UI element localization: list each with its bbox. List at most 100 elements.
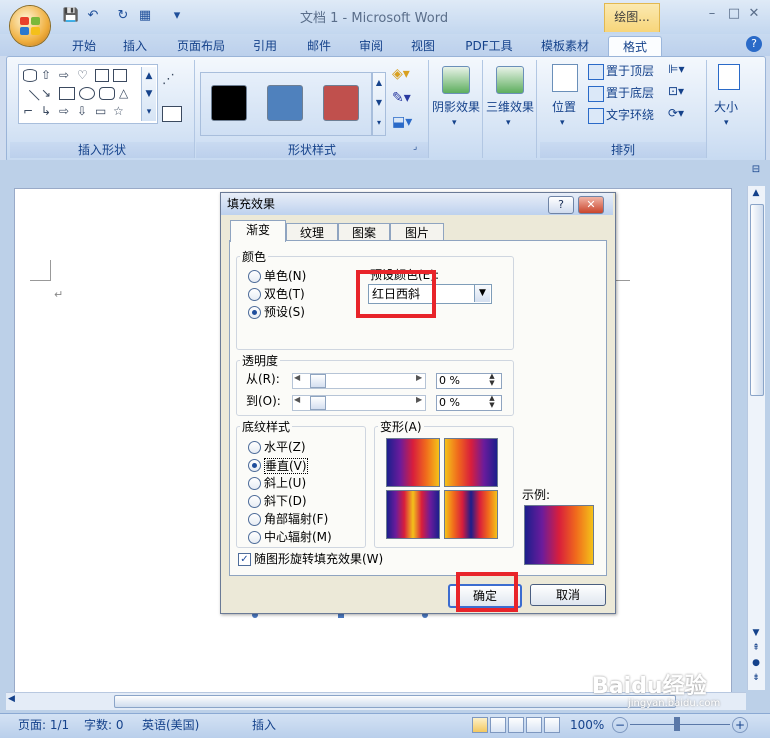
language-indicator[interactable]: 英语(美国)	[142, 716, 199, 734]
vertical-textbox-shape-icon[interactable]	[113, 69, 127, 82]
dialog-launcher-icon[interactable]: ⌟	[413, 142, 423, 152]
zoom-level[interactable]: 100%	[570, 716, 604, 734]
arrow-line-shape-icon[interactable]: ↘	[41, 87, 55, 100]
3d-dropdown-icon[interactable]: ▾	[506, 118, 511, 128]
tab-pdf-tools[interactable]: PDF工具	[460, 36, 518, 56]
tab-references[interactable]: 引用	[248, 36, 282, 56]
tab-insert[interactable]: 插入	[118, 36, 152, 56]
block-down-arrow-shape-icon[interactable]: ⇩	[77, 105, 91, 118]
size-icon[interactable]	[718, 64, 740, 90]
bring-to-front-icon[interactable]	[588, 64, 604, 80]
word-count[interactable]: 字数: 0	[84, 716, 124, 734]
office-button[interactable]	[10, 6, 50, 46]
slider-right-arrow-icon[interactable]: ▶	[416, 395, 422, 404]
align-icon[interactable]: ⊫▾	[668, 62, 696, 80]
text-box-icon[interactable]	[162, 106, 182, 122]
up-arrow-shape-icon[interactable]: ⇧	[41, 69, 55, 82]
outline-view-icon[interactable]	[526, 717, 542, 733]
radio-shading-option[interactable]	[248, 495, 261, 508]
style-swatch-black[interactable]	[211, 85, 247, 121]
preset-dropdown-arrow-icon[interactable]: ▼	[474, 285, 490, 302]
radio-preset[interactable]	[248, 306, 261, 319]
position-dropdown-icon[interactable]: ▾	[560, 118, 565, 128]
size-dropdown-icon[interactable]: ▾	[724, 118, 729, 128]
slider-left-arrow-icon[interactable]: ◀	[294, 395, 300, 404]
block-right-arrow-shape-icon[interactable]: ⇨	[59, 105, 73, 118]
customize-qat-icon[interactable]: ▾	[168, 7, 186, 25]
rotate-icon[interactable]: ⟳▾	[668, 106, 696, 124]
radio-shading-option[interactable]	[248, 441, 261, 454]
slider-right-arrow-icon[interactable]: ▶	[416, 373, 422, 382]
change-shape-icon[interactable]: ⬓▾	[392, 114, 418, 132]
cylinder-shape-icon[interactable]	[23, 69, 37, 82]
print-preview-icon[interactable]: ▦	[136, 7, 154, 25]
bring-to-front-button[interactable]: 置于顶层	[606, 62, 654, 80]
triangle-shape-icon[interactable]: △	[119, 87, 133, 100]
shape-fill-icon[interactable]: ◈▾	[392, 66, 418, 84]
cancel-button[interactable]: 取消	[530, 584, 606, 606]
insert-mode[interactable]: 插入	[252, 716, 276, 734]
style-swatch-blue[interactable]	[267, 85, 303, 121]
callout-shape-icon[interactable]: ▭	[95, 105, 109, 118]
help-icon[interactable]: ?	[746, 36, 762, 52]
save-icon[interactable]: 💾	[62, 7, 80, 25]
shape-gallery-scroll[interactable]: ▲ ▼ ▾	[141, 67, 156, 121]
style-swatch-red[interactable]	[323, 85, 359, 121]
radio-shading-option[interactable]	[248, 477, 261, 490]
dialog-close-button[interactable]: ✕	[578, 196, 604, 214]
position-icon[interactable]	[552, 64, 578, 92]
shadow-effects-icon[interactable]	[442, 66, 470, 94]
variant-4[interactable]	[444, 490, 498, 539]
shape-outline-icon[interactable]: ✎▾	[392, 90, 418, 108]
transparency-to-thumb[interactable]	[310, 396, 326, 410]
rectangle-shape-icon[interactable]	[59, 87, 75, 100]
shadow-effects-button[interactable]: 阴影效果	[432, 98, 480, 116]
shape-style-gallery[interactable]	[200, 72, 372, 136]
oval-shape-icon[interactable]	[79, 87, 95, 100]
radio-one-color[interactable]	[248, 270, 261, 283]
tab-view[interactable]: 视图	[406, 36, 440, 56]
drawing-tools-context-tab[interactable]: 绘图...	[604, 3, 660, 32]
heart-shape-icon[interactable]: ♡	[77, 69, 91, 82]
slider-left-arrow-icon[interactable]: ◀	[294, 373, 300, 382]
ruler-toggle-icon[interactable]: ⊟	[750, 164, 762, 180]
radio-shading-option[interactable]	[248, 531, 261, 544]
tab-review[interactable]: 审阅	[354, 36, 388, 56]
shape-gallery[interactable]: ⇧ ⇨ ♡ ↘ △ ⌐ ↳ ⇨ ⇩ ▭ ☆ ▲ ▼ ▾	[18, 64, 158, 124]
tab-home[interactable]: 开始	[64, 36, 104, 56]
redo-icon[interactable]: ↻	[114, 7, 132, 25]
radio-shading-option[interactable]	[248, 513, 261, 526]
tab-format[interactable]: 格式	[608, 36, 662, 57]
textbox-shape-icon[interactable]	[95, 69, 109, 82]
zoom-slider-thumb[interactable]	[674, 717, 680, 731]
transparency-from-thumb[interactable]	[310, 374, 326, 388]
scroll-left-icon[interactable]: ◀	[8, 694, 20, 708]
zoom-out-button[interactable]: −	[612, 717, 628, 733]
draft-view-icon[interactable]	[544, 717, 560, 733]
tab-mailings[interactable]: 邮件	[302, 36, 336, 56]
tab-template-materials[interactable]: 模板素材	[536, 36, 594, 56]
vertical-scroll-thumb[interactable]	[750, 204, 764, 396]
text-wrapping-button[interactable]: 文字环绕	[606, 106, 654, 124]
radio-shading-option[interactable]	[248, 459, 261, 472]
elbow-connector-shape-icon[interactable]: ⌐	[23, 105, 37, 118]
right-arrow-shape-icon[interactable]: ⇨	[59, 69, 73, 82]
group-objects-icon[interactable]: ⊡▾	[668, 84, 696, 102]
full-screen-reading-icon[interactable]	[490, 717, 506, 733]
spin-buttons-icon[interactable]: ▲ ▼	[486, 373, 498, 387]
page-count[interactable]: 页面: 1/1	[18, 716, 69, 734]
elbow-arrow-shape-icon[interactable]: ↳	[41, 105, 55, 118]
variant-1[interactable]	[386, 438, 440, 487]
dialog-help-button[interactable]: ?	[548, 196, 574, 214]
variant-3[interactable]	[386, 490, 440, 539]
position-button[interactable]: 位置	[552, 98, 576, 116]
zoom-slider[interactable]	[630, 724, 730, 725]
radio-two-colors[interactable]	[248, 288, 261, 301]
tab-gradient[interactable]: 渐变	[230, 220, 286, 242]
zoom-in-button[interactable]: +	[732, 717, 748, 733]
edit-shape-icon[interactable]: ⋰	[162, 72, 184, 92]
undo-icon[interactable]: ↶	[84, 7, 102, 25]
rounded-rectangle-shape-icon[interactable]	[99, 87, 115, 100]
spin-buttons-icon[interactable]: ▲ ▼	[486, 395, 498, 409]
shadow-dropdown-icon[interactable]: ▾	[452, 118, 457, 128]
